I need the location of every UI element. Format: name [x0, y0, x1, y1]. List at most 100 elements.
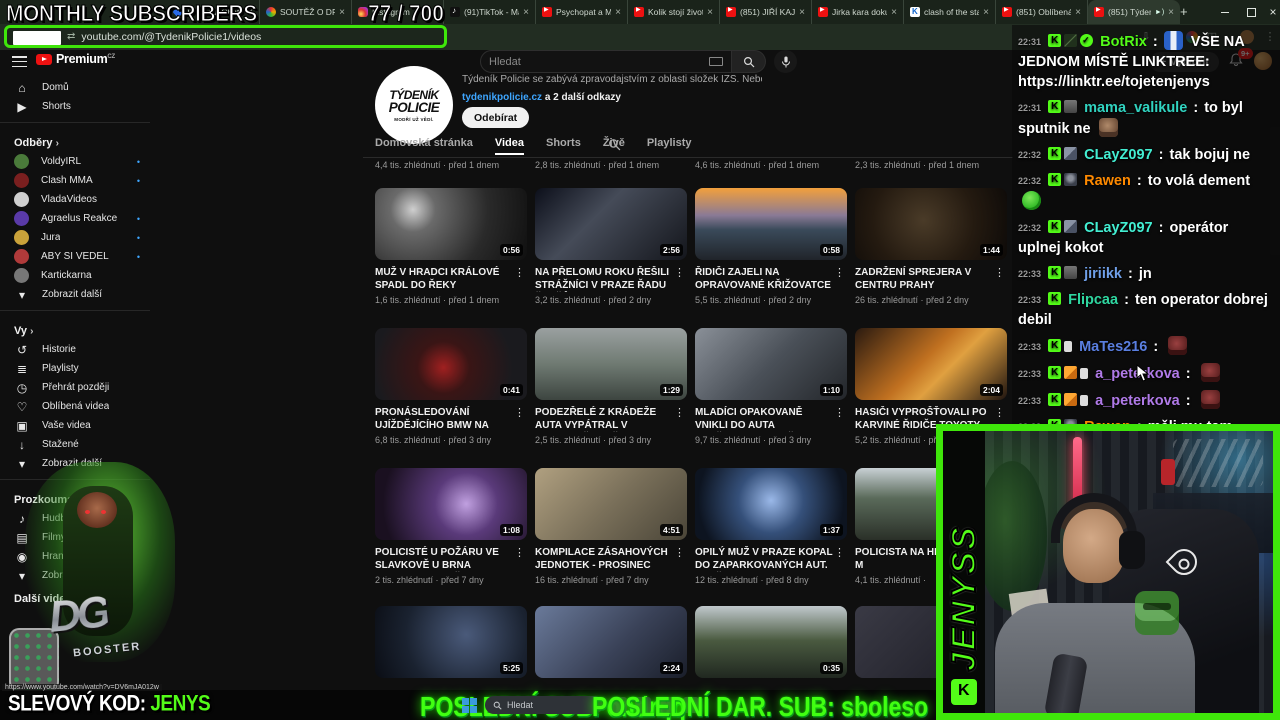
tab-close-icon[interactable]: ×: [983, 7, 989, 18]
sidebar-subscription-item[interactable]: VladaVideos: [0, 190, 150, 209]
video-thumbnail[interactable]: 2:24: [535, 606, 687, 678]
video-thumbnail[interactable]: 5:25: [375, 606, 527, 678]
video-card[interactable]: 1:37 OPILÝ MUŽ V PRAZE KOPAL DO ZAPARKOV…: [695, 468, 855, 585]
sidebar-subscription-item[interactable]: ABY SI VEDEL •: [0, 247, 150, 266]
video-thumbnail[interactable]: 0:41: [375, 328, 527, 400]
sidebar-item[interactable]: ↓ Stažené: [0, 435, 150, 454]
video-title[interactable]: ZADRŽENÍ SPREJERA V CENTRU PRAHY: [855, 266, 993, 292]
browser-tab[interactable]: Kolik stojí život v P ►) ×: [628, 0, 720, 24]
sidebar-subscription-item[interactable]: Jura •: [0, 228, 150, 247]
video-card[interactable]: 2:56 NA PŘELOMU ROKU ŘEŠILI STRÁŽNÍCI V …: [535, 188, 695, 305]
more-options-icon[interactable]: ⋮: [674, 266, 685, 279]
video-title[interactable]: POLICISTÉ U POŽÁRU VE SLAVKOVĚ U BRNA ZA…: [375, 546, 513, 572]
video-title[interactable]: OPILÝ MUŽ V PRAZE KOPAL DO ZAPARKOVANÝCH…: [695, 546, 833, 572]
browser-tab[interactable]: (851) Oblíbená vide ►) ×: [996, 0, 1088, 24]
sidebar-subscription-item[interactable]: VoldyIRL •: [0, 152, 150, 171]
browser-tab[interactable]: (91)TikTok - Make Y ►) ×: [444, 0, 536, 24]
channel-tab[interactable]: Playlisty: [647, 137, 692, 153]
video-card[interactable]: 5:25: [375, 606, 535, 678]
video-title[interactable]: MLADÍCI OPAKOVANĚ VNIKLI DO AUTA PRAŽSKÉ…: [695, 406, 833, 432]
video-title[interactable]: ŘIDIČI ZAJELI NA OPRAVOVANÉ KŘIŽOVATCE D…: [695, 266, 833, 292]
browser-tab[interactable]: Jirka kara dokument ►) ×: [812, 0, 904, 24]
sidebar-subscription-item[interactable]: Kartickarna: [0, 266, 150, 285]
video-title[interactable]: NA PŘELOMU ROKU ŘEŠILI STRÁŽNÍCI V PRAZE…: [535, 266, 673, 292]
browser-tab[interactable]: SOUTĚŽ O DRESY ►) ×: [260, 0, 352, 24]
voice-search-button[interactable]: [774, 50, 797, 73]
sidebar-item[interactable]: ▶ Shorts: [0, 97, 150, 116]
subscriptions-header[interactable]: Odběry ›: [0, 129, 150, 152]
more-options-icon[interactable]: ⋮: [674, 406, 685, 419]
address-bar[interactable]: ⇄ youtube.com/@TydenikPolicie1/videos: [4, 25, 447, 48]
channel-avatar[interactable]: TÝDENÍK POLICIE MODŘÍ UŽ VĚDÍ.: [375, 66, 453, 144]
sidebar-item[interactable]: ▣ Vaše videa: [0, 416, 150, 435]
sidebar-subscription-item[interactable]: Agraelus Reakce •: [0, 209, 150, 228]
video-thumbnail[interactable]: 1:10: [695, 328, 847, 400]
video-card[interactable]: 1:44 ZADRŽENÍ SPREJERA V CENTRU PRAHY ⋮ …: [855, 188, 1015, 305]
video-title[interactable]: PRONÁSLEDOVÁNÍ UJÍŽDĚJÍCÍHO BMW NA OLOMO…: [375, 406, 513, 432]
youtube-search-bar[interactable]: [480, 50, 732, 73]
sidebar-item[interactable]: ♪ Hudba: [0, 509, 150, 528]
sidebar-item[interactable]: ⌂ Domů: [0, 78, 150, 97]
youtube-premium-logo[interactable]: PremiumCZ: [56, 52, 115, 66]
sidebar-item[interactable]: ▾ Zobra: [0, 566, 150, 585]
tab-close-icon[interactable]: ×: [523, 7, 529, 18]
site-info-icon[interactable]: ⇄: [67, 31, 75, 42]
tab-close-icon[interactable]: ×: [1168, 7, 1174, 18]
video-card[interactable]: 0:58 ŘIDIČI ZAJELI NA OPRAVOVANÉ KŘIŽOVA…: [695, 188, 855, 305]
more-options-icon[interactable]: ⋮: [514, 546, 525, 559]
video-thumbnail[interactable]: 0:35: [695, 606, 847, 678]
video-card[interactable]: 0:35: [695, 606, 855, 678]
window-minimize-button[interactable]: [1216, 3, 1234, 21]
more-options-icon[interactable]: ⋮: [834, 266, 845, 279]
windows-start-button[interactable]: [462, 697, 477, 713]
sidebar-subscription-item[interactable]: Clash MMA •: [0, 171, 150, 190]
more-options-icon[interactable]: ⋮: [994, 406, 1005, 419]
video-card[interactable]: 1:29 PODEZŘELÉ Z KRÁDEŽE AUTA VYPÁTRAL V…: [535, 328, 695, 445]
sidebar-item[interactable]: ▾ Zobrazit další: [0, 454, 150, 473]
more-options-icon[interactable]: ⋮: [514, 406, 525, 419]
tab-close-icon[interactable]: ×: [339, 7, 345, 18]
channel-tab[interactable]: Shorts: [546, 137, 581, 153]
channel-links[interactable]: tydenikpolicie.cz a 2 další odkazy: [462, 92, 621, 103]
more-options-icon[interactable]: ⋮: [994, 266, 1005, 279]
sidebar-item[interactable]: ↺ Historie: [0, 340, 150, 359]
channel-tab[interactable]: Videa: [494, 137, 525, 155]
url-text[interactable]: youtube.com/@TydenikPolicie1/videos: [81, 31, 261, 43]
new-tab-button[interactable]: +: [1180, 4, 1188, 19]
channel-tab[interactable]: Domovská stránka: [375, 137, 473, 153]
channel-description[interactable]: Týdeník Policie se zabývá zpravodajstvím…: [462, 74, 762, 85]
video-thumbnail[interactable]: 0:58: [695, 188, 847, 260]
subscribe-button[interactable]: Odebírat: [462, 107, 530, 128]
browser-tab[interactable]: (851) JIŘÍ KAJÍNEK ►) ×: [720, 0, 812, 24]
tab-close-icon[interactable]: ×: [1075, 7, 1081, 18]
sidebar-item[interactable]: ▤ Filmy: [0, 528, 150, 547]
tab-close-icon[interactable]: ×: [891, 7, 897, 18]
more-options-icon[interactable]: ⋮: [514, 266, 525, 279]
youtube-logo-icon[interactable]: [36, 54, 52, 65]
video-card[interactable]: 2:24: [535, 606, 695, 678]
video-thumbnail[interactable]: 2:56: [535, 188, 687, 260]
video-title[interactable]: PODEZŘELÉ Z KRÁDEŽE AUTA VYPÁTRAL V BOHU…: [535, 406, 673, 432]
sidebar-item[interactable]: ◷ Přehrát později: [0, 378, 150, 397]
channel-search-icon[interactable]: [608, 138, 621, 151]
video-thumbnail[interactable]: 1:29: [535, 328, 687, 400]
video-thumbnail[interactable]: 0:56: [375, 188, 527, 260]
video-title[interactable]: MUŽ V HRADCI KRÁLOVÉ SPADL DO ŘEKY: [375, 266, 513, 292]
tab-close-icon[interactable]: ×: [707, 7, 713, 18]
keyboard-icon[interactable]: [709, 57, 723, 66]
video-card[interactable]: 4:51 KOMPILACE ZÁSAHOVÝCH JEDNOTEK - PRO…: [535, 468, 695, 585]
browser-tab[interactable]: Psychopat a Majsn ►) ×: [536, 0, 628, 24]
search-button[interactable]: [732, 50, 766, 73]
taskbar-search[interactable]: Hledat: [485, 696, 603, 714]
browser-tab[interactable]: clash of the stars - S ►) ×: [904, 0, 996, 24]
menu-icon[interactable]: [12, 56, 27, 67]
search-input[interactable]: [489, 55, 669, 68]
sidebar-show-more[interactable]: ▾ Zobrazit další: [0, 285, 150, 304]
more-options-icon[interactable]: ⋮: [834, 406, 845, 419]
video-card[interactable]: 0:56 MUŽ V HRADCI KRÁLOVÉ SPADL DO ŘEKY …: [375, 188, 535, 305]
sidebar-item[interactable]: ♡ Oblíbená videa: [0, 397, 150, 416]
window-close-button[interactable]: ×: [1264, 3, 1280, 21]
sidebar-item[interactable]: ≣ Playlisty: [0, 359, 150, 378]
video-card[interactable]: 0:41 PRONÁSLEDOVÁNÍ UJÍŽDĚJÍCÍHO BMW NA …: [375, 328, 535, 445]
tab-close-icon[interactable]: ×: [615, 7, 621, 18]
